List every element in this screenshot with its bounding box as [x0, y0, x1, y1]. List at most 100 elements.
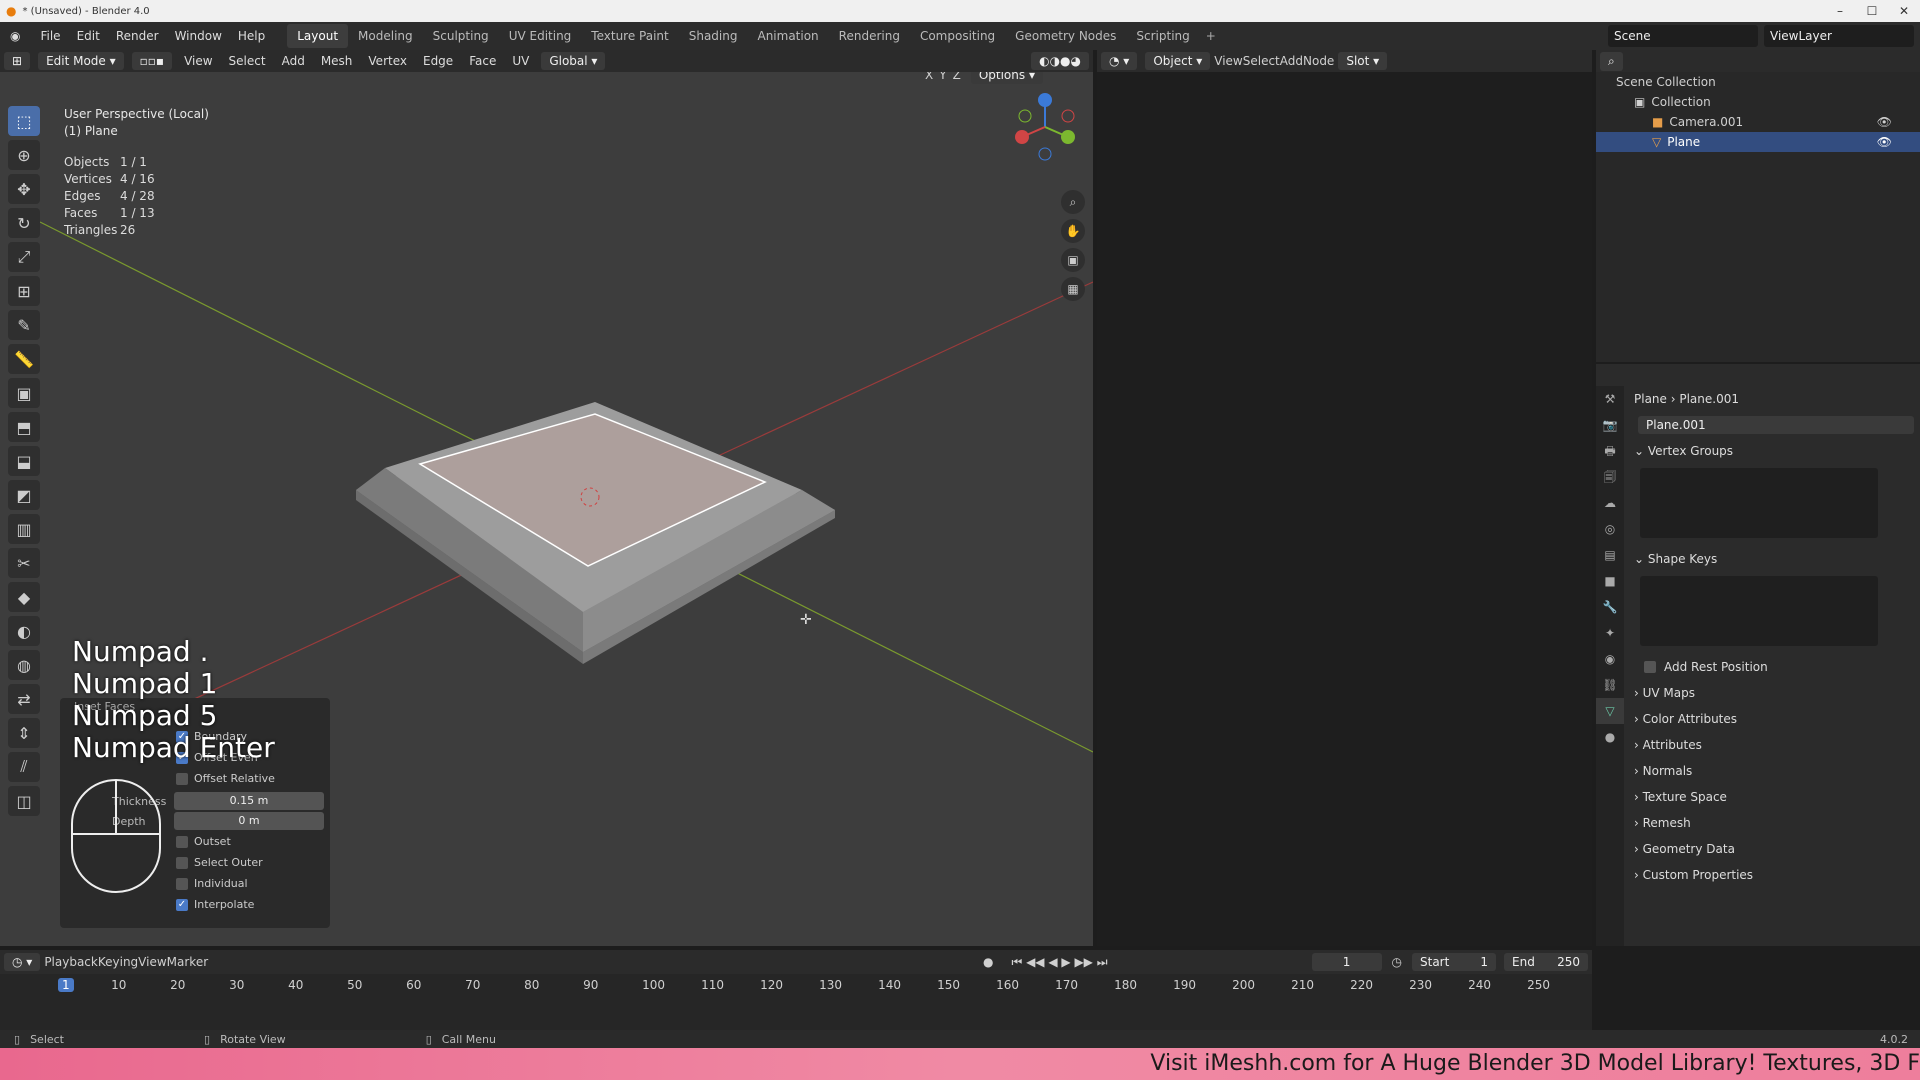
outliner-item-camera[interactable]: ■ Camera.001 👁 — [1596, 112, 1920, 132]
close-button[interactable]: ✕ — [1888, 0, 1920, 22]
properties-editor[interactable]: ⚒ 📷 🖶 🗐 ☁ ◎ ▤ ■ 🔧 ✦ ◉ ⛓ ▽ ● Plane › Plane.001 Plane.0… — [1596, 386, 1920, 946]
bevel-tool-icon[interactable]: ◩ — [8, 480, 40, 510]
shading-buttons[interactable]: ◐◑●◕ — [1031, 52, 1089, 70]
timeline-menu-view[interactable]: View — [138, 955, 166, 969]
playback-controls[interactable]: ⏮ ◀◀ ◀ ▶ ▶▶ ⏭ — [1011, 955, 1107, 970]
shader-menu-node[interactable]: Node — [1303, 54, 1334, 68]
vertex-groups-panel[interactable]: ⌄ Vertex Groups — [1628, 438, 1918, 464]
render-icon[interactable]: 📷 — [1596, 412, 1624, 438]
tab-modeling[interactable]: Modeling — [348, 24, 423, 48]
shader-menu-add[interactable]: Add — [1280, 54, 1303, 68]
tab-compositing[interactable]: Compositing — [910, 24, 1005, 48]
panel-normals[interactable]: › Normals — [1628, 758, 1918, 784]
inset-tool-icon[interactable]: ⬓ — [8, 446, 40, 476]
editor-type-dropdown[interactable]: ⊞ — [4, 52, 31, 70]
mirror-z-toggle[interactable]: Z — [953, 72, 961, 82]
blender-menu-icon[interactable]: ◉ — [0, 29, 26, 43]
vertex-groups-list[interactable] — [1640, 468, 1878, 538]
shrink-fatten-tool-icon[interactable]: ⇕ — [8, 718, 40, 748]
current-frame-field[interactable]: 1 — [1311, 953, 1382, 971]
operator-option-outset[interactable]: Outset — [176, 835, 231, 848]
maximize-button[interactable]: ☐ — [1856, 0, 1888, 22]
checkbox[interactable] — [176, 835, 188, 848]
thickness-field[interactable]: 0.15 m — [174, 792, 324, 810]
shader-mode-dropdown[interactable]: Object ▾ — [1145, 52, 1211, 70]
collection-row[interactable]: ▣ Collection — [1596, 92, 1920, 112]
scale-tool-icon[interactable]: ⤢ — [8, 242, 40, 272]
shear-tool-icon[interactable]: ⫽ — [8, 752, 40, 782]
menu-edit[interactable]: Edit — [69, 29, 108, 43]
outliner[interactable]: Scene Collection ▣ Collection ■ Camera.001… — [1596, 72, 1920, 362]
eye-icon[interactable]: 👁 — [1877, 135, 1892, 149]
checkbox[interactable] — [176, 877, 188, 890]
add-rest-position-row[interactable]: Add Rest Position — [1628, 654, 1918, 680]
add-cube-tool-icon[interactable]: ▣ — [8, 378, 40, 408]
viewport-menu-face[interactable]: Face — [461, 52, 504, 70]
viewport-menu-view[interactable]: View — [176, 52, 220, 70]
pan-hand-icon[interactable]: ✋ — [1061, 219, 1085, 243]
mode-dropdown[interactable]: Edit Mode ▾ — [38, 52, 124, 70]
viewport-menu-mesh[interactable]: Mesh — [313, 52, 361, 70]
spin-tool-icon[interactable]: ◐ — [8, 616, 40, 646]
minimize-button[interactable]: – — [1824, 0, 1856, 22]
panel-custom-properties[interactable]: › Custom Properties — [1628, 862, 1918, 888]
tab-geometry-nodes[interactable]: Geometry Nodes — [1005, 24, 1126, 48]
world-icon[interactable]: ◎ — [1596, 516, 1624, 542]
select-mode-buttons[interactable]: ▫▫▪ — [131, 52, 173, 70]
annotate-tool-icon[interactable]: ✎ — [8, 310, 40, 340]
timeline-editor-type-dropdown[interactable]: ◷ ▾ — [4, 953, 41, 971]
camera-view-icon[interactable]: ▣ — [1061, 248, 1085, 272]
timeline-menu-playback[interactable]: Playback — [44, 955, 98, 969]
operator-option-interpolate[interactable]: ✓ Interpolate — [176, 898, 254, 911]
view-layer-icon[interactable]: 🗐 — [1596, 464, 1624, 490]
poly-build-tool-icon[interactable]: ◆ — [8, 582, 40, 612]
panel-attributes[interactable]: › Attributes — [1628, 732, 1918, 758]
output-icon[interactable]: 🖶 — [1596, 438, 1624, 464]
mirror-x-toggle[interactable]: X — [925, 72, 933, 82]
tab-uv-editing[interactable]: UV Editing — [499, 24, 582, 48]
panel-remesh[interactable]: › Remesh — [1628, 810, 1918, 836]
slot-dropdown[interactable]: Slot ▾ — [1338, 52, 1388, 70]
start-frame-field[interactable]: Start 1 — [1412, 953, 1496, 971]
tab-layout[interactable]: Layout — [287, 24, 349, 48]
scene-collection-row[interactable]: Scene Collection — [1596, 72, 1920, 92]
tab-scripting[interactable]: Scripting — [1126, 24, 1199, 48]
tab-animation[interactable]: Animation — [747, 24, 828, 48]
timeline-menu-keying[interactable]: Keying — [98, 955, 138, 969]
checkbox[interactable]: ✓ — [176, 898, 188, 911]
data-icon[interactable]: ▽ — [1596, 698, 1624, 724]
end-frame-field[interactable]: End 250 — [1504, 953, 1588, 971]
eye-icon[interactable]: 👁 — [1877, 115, 1892, 129]
panel-uv-maps[interactable]: › UV Maps — [1628, 680, 1918, 706]
edge-slide-tool-icon[interactable]: ⇄ — [8, 684, 40, 714]
shape-keys-panel[interactable]: ⌄ Shape Keys — [1628, 546, 1918, 572]
move-tool-icon[interactable]: ✥ — [8, 174, 40, 204]
panel-color-attributes[interactable]: › Color Attributes — [1628, 706, 1918, 732]
menu-render[interactable]: Render — [108, 29, 167, 43]
checkbox[interactable] — [176, 772, 188, 785]
3d-viewport[interactable]: ✛ ⬚ ⊕ ✥ ↻ ⤢ ⊞ ✎ 📏 ▣ ⬒ ⬓ ◩ ▥ ✂ ◆ ◐ ◍ ⇄ ⇕ ⫽ ◫ User Perspective… — [0, 72, 1093, 946]
particles-icon[interactable]: ✦ — [1596, 620, 1624, 646]
tool-icon[interactable]: ⚒ — [1596, 386, 1624, 412]
menu-file[interactable]: File — [32, 29, 68, 43]
material-icon[interactable]: ● — [1596, 724, 1624, 750]
knife-tool-icon[interactable]: ✂ — [8, 548, 40, 578]
operator-option-select-outer[interactable]: Select Outer — [176, 856, 263, 869]
viewport-menu-vertex[interactable]: Vertex — [360, 52, 415, 70]
add-rest-position-checkbox[interactable] — [1644, 661, 1656, 673]
physics-icon[interactable]: ◉ — [1596, 646, 1624, 672]
loop-cut-tool-icon[interactable]: ▥ — [8, 514, 40, 544]
add-workspace-icon[interactable]: + — [1200, 29, 1222, 43]
viewlayer-selector[interactable]: ViewLayer — [1764, 25, 1914, 47]
viewport-menu-select[interactable]: Select — [221, 52, 274, 70]
shader-menu-select[interactable]: Select — [1243, 54, 1280, 68]
menu-help[interactable]: Help — [230, 29, 273, 43]
timeline[interactable]: 1 10 20 30 40 50 60 70 80 90 100 110 120 130 140 150 160… — [0, 974, 1592, 1030]
operator-option-offset-relative[interactable]: Offset Relative — [176, 772, 275, 785]
select-box-tool-icon[interactable]: ⬚ — [8, 106, 40, 136]
panel-geometry-data[interactable]: › Geometry Data — [1628, 836, 1918, 862]
depth-field[interactable]: 0 m — [174, 812, 324, 830]
shader-menu-view[interactable]: View — [1214, 54, 1242, 68]
shader-editor-type-dropdown[interactable]: ◔ ▾ — [1101, 52, 1138, 70]
cursor-tool-icon[interactable]: ⊕ — [8, 140, 40, 170]
